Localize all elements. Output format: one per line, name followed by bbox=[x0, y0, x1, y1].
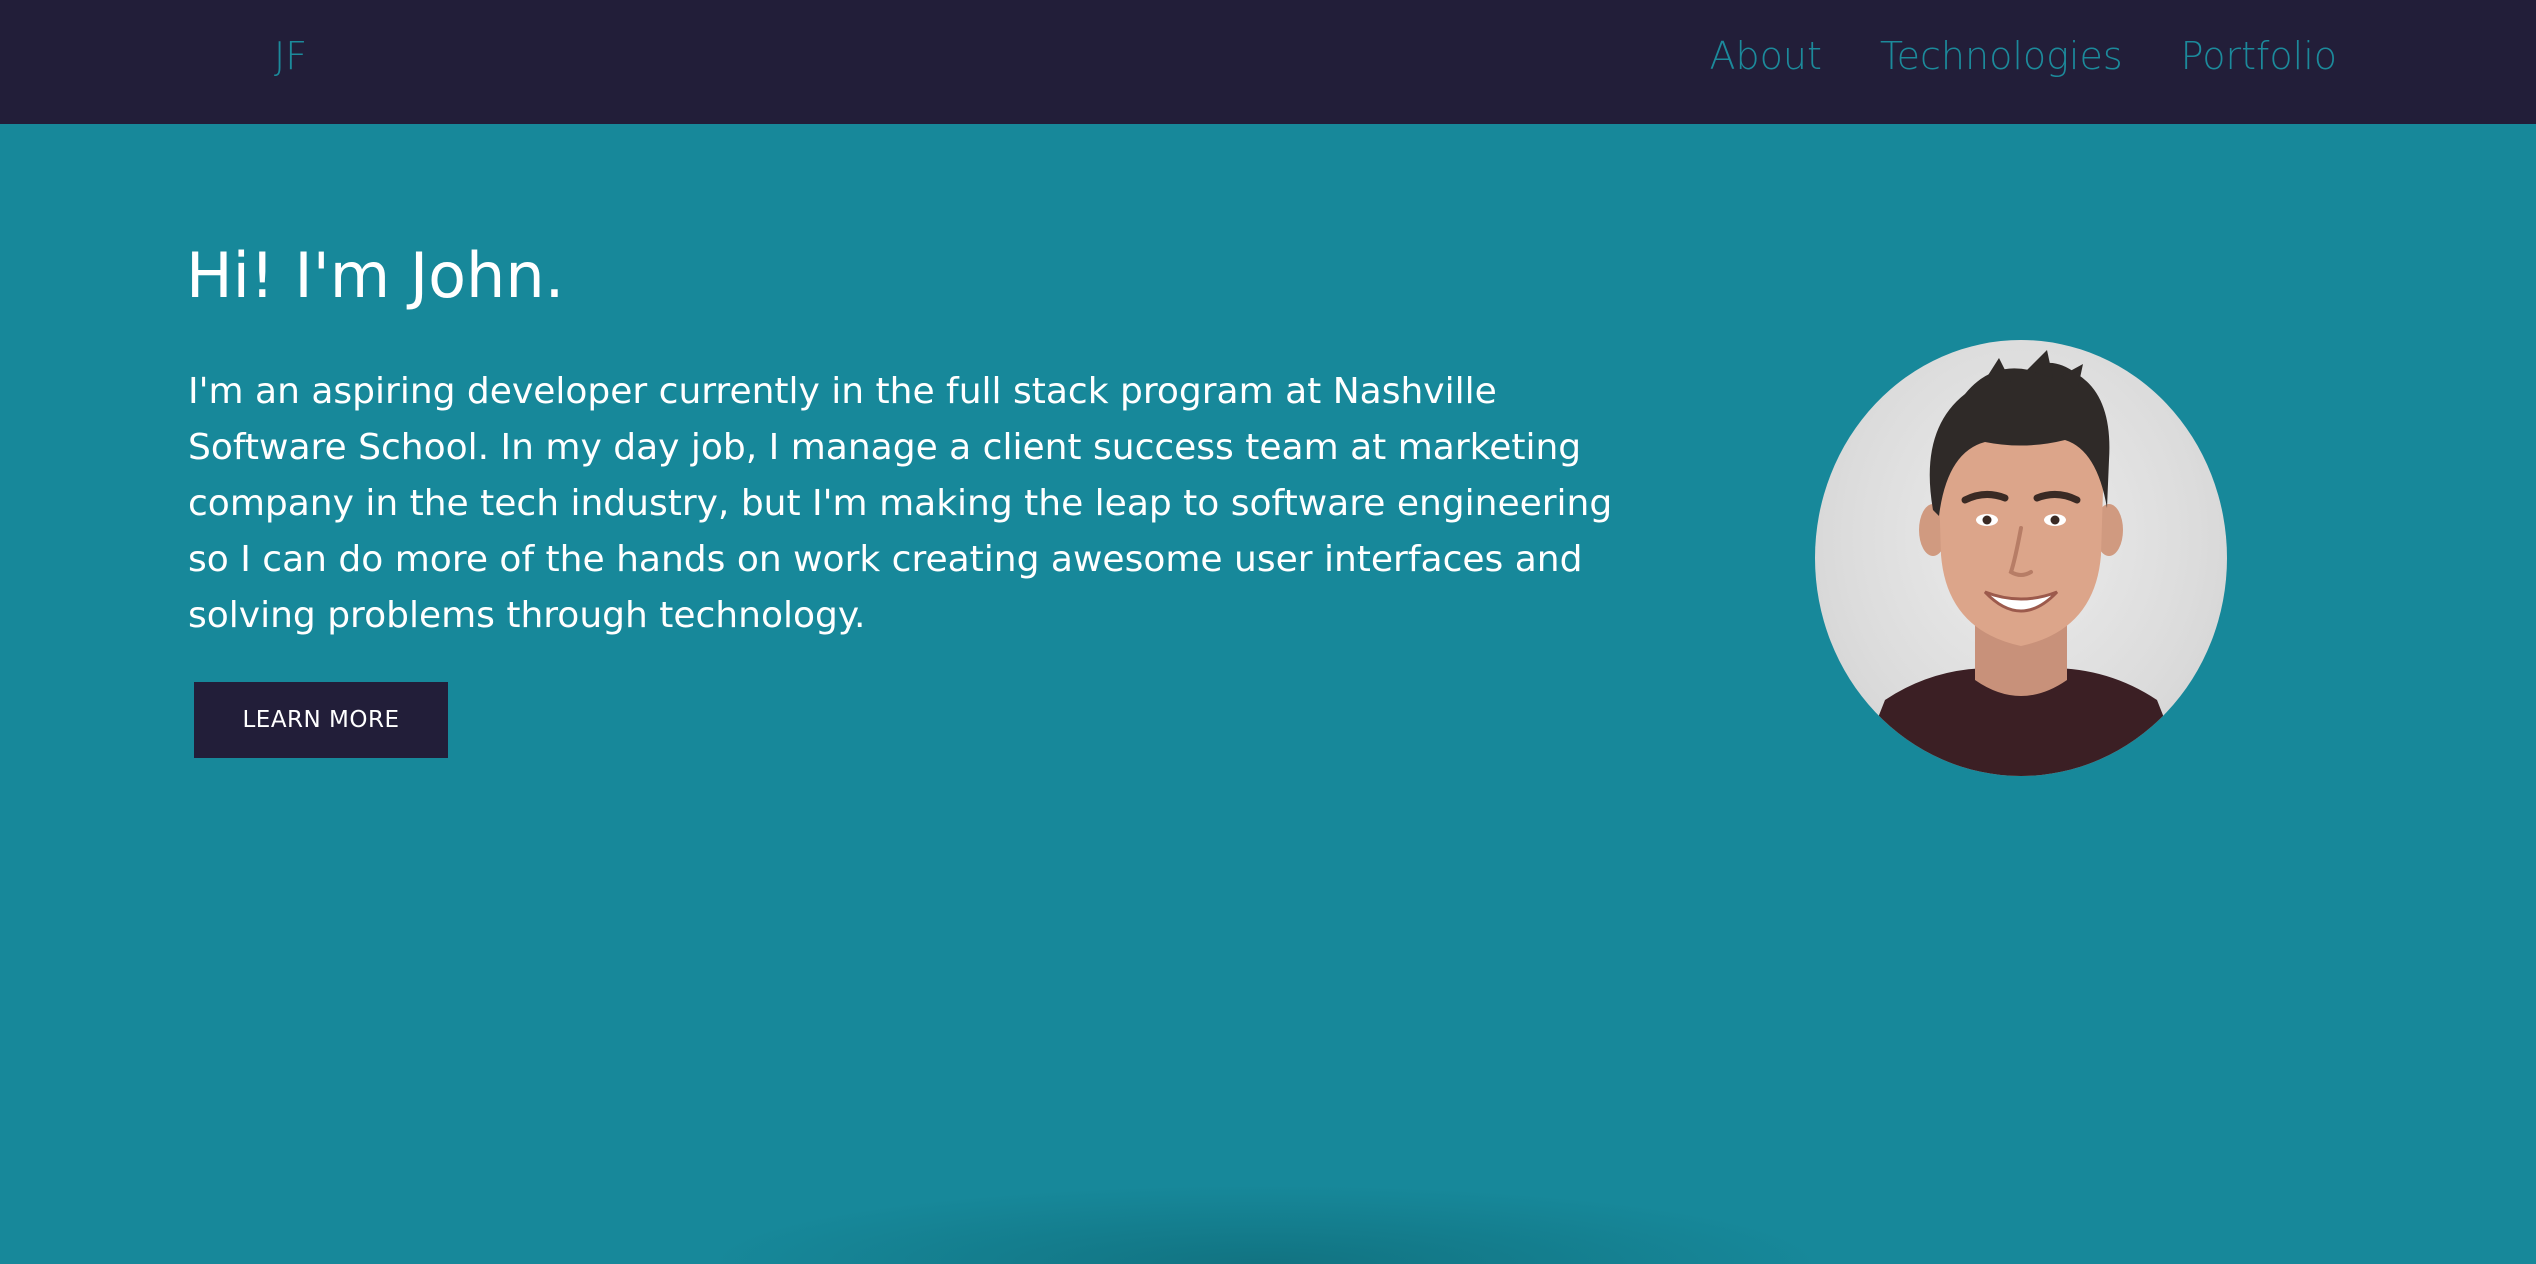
hero-title: Hi! I'm John. bbox=[186, 239, 565, 312]
profile-photo bbox=[1815, 340, 2227, 776]
brand-logo-link[interactable]: JF bbox=[274, 28, 307, 84]
nav-link-technologies[interactable]: Technologies bbox=[1880, 28, 2123, 84]
nav-link-portfolio[interactable]: Portfolio bbox=[2181, 28, 2337, 84]
bottom-shadow-decoration bbox=[700, 1184, 1830, 1264]
nav-links: About Technologies Portfolio bbox=[1710, 28, 2337, 84]
profile-photo-illustration bbox=[1855, 350, 2187, 776]
learn-more-button[interactable]: LEARN MORE bbox=[194, 682, 448, 758]
nav-link-about[interactable]: About bbox=[1710, 28, 1822, 84]
top-navbar: JF About Technologies Portfolio bbox=[0, 0, 2536, 124]
hero-section: Hi! I'm John. I'm an aspiring developer … bbox=[0, 124, 2536, 1264]
hero-intro-text: I'm an aspiring developer currently in t… bbox=[188, 371, 1613, 636]
